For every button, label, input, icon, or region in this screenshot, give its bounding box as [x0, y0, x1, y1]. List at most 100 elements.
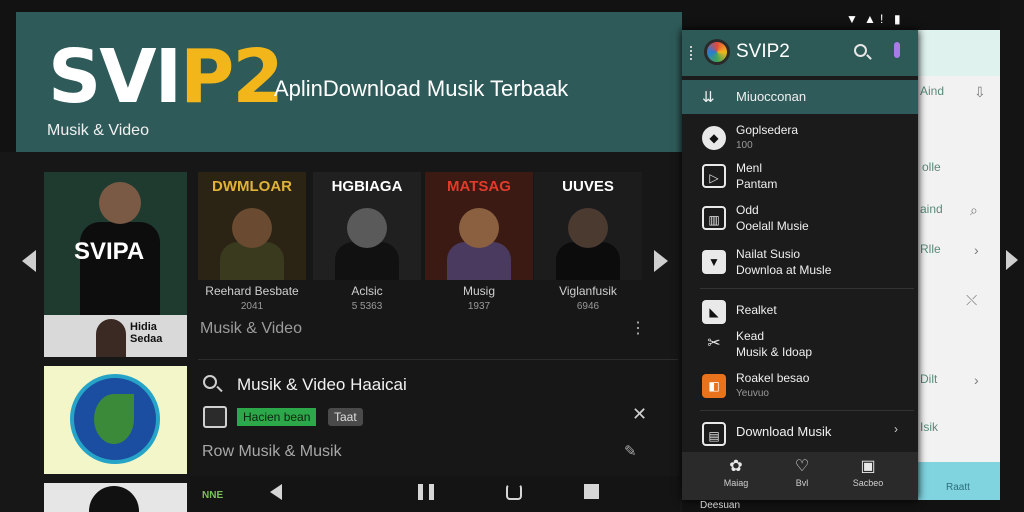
album-label: Reehard Besbate 2041 — [205, 284, 299, 312]
album-icon: ▼ — [702, 250, 726, 274]
nav-pause-icon[interactable] — [418, 484, 434, 500]
app-logo: SVIP2 — [48, 34, 284, 120]
drawer-item[interactable]: ◧ Roakel besao Yeuvuo — [682, 370, 918, 406]
drawer-item-label: Realket — [736, 303, 777, 317]
drawer-item[interactable]: ◣ Realket — [682, 296, 918, 326]
drawer-bottom-tabs: ✿ Maiag ♡ Bvl ▣ Sacbeo — [682, 452, 918, 500]
background-list-item: Isik — [920, 420, 938, 434]
featured-card-partial[interactable] — [44, 483, 187, 512]
grid-icon: ▣ — [860, 458, 876, 475]
share-icon: ⇩ — [974, 84, 986, 100]
search-icon: ⌕ — [970, 202, 978, 218]
close-icon[interactable]: ✕ — [632, 404, 647, 425]
album-figure-head — [347, 208, 387, 248]
status-bar: ▼ ▲ ! ▮ — [682, 10, 1000, 30]
shuffle-icon: ⤬ — [966, 292, 978, 308]
drawer-item-download[interactable]: ▤ Download Musik — [682, 418, 918, 448]
album-label: Musig 1937 — [462, 284, 495, 312]
background-list-item: aind — [920, 202, 943, 216]
album-figure-head — [459, 208, 499, 248]
app-icon — [704, 39, 730, 65]
system-nav-bar — [190, 476, 680, 512]
drawer-item-label: Miuocconan — [736, 89, 807, 104]
background-app-panel: Aind olle aind Rlle Dilt Isik ⇩ ⌕ › ⤬ › … — [918, 30, 1000, 500]
album-figure-head — [232, 208, 272, 248]
search-result-title[interactable]: Musik & Video Haaicai — [237, 375, 407, 395]
tab-settings[interactable]: ▣ Sacbeo — [840, 456, 896, 488]
banner-subtitle: Musik & Video — [47, 122, 149, 139]
signal-icon: ▲ — [864, 12, 876, 26]
featured-card-video[interactable]: Hidia Sedaa — [44, 315, 187, 357]
downloads-icon: ⇊ — [702, 89, 715, 106]
video-icon: ▷ — [702, 164, 726, 188]
library-icon: ▥ — [702, 206, 726, 230]
drawer-item-label: Nailat Susio Downloa at Musle — [736, 247, 832, 277]
album-cover-title: UUVES — [562, 178, 614, 195]
next-page-icon[interactable] — [1006, 250, 1018, 270]
divider — [198, 359, 678, 360]
featured-card-logo[interactable] — [44, 366, 187, 474]
hero-banner: SVIP2 AplinDownload Musik Terbaak Musik … — [16, 12, 682, 152]
hat-thumbnail — [89, 486, 139, 512]
featured-card-video-text: Hidia Sedaa — [130, 321, 163, 345]
mic-icon[interactable] — [894, 42, 900, 58]
album-cover-title: MATSAG — [447, 178, 511, 195]
navigation-drawer: SVIP2 ⇊ Miuocconan ◆ Goplsedera 100 ▷ Men… — [682, 30, 918, 500]
more-options-icon[interactable]: ⋮ — [630, 318, 646, 338]
album-cover-title: DWMLOAR — [212, 178, 292, 195]
drawer-item[interactable]: ✂ Kead Musik & Idoap — [682, 328, 918, 364]
album-cover[interactable]: UUVES — [534, 172, 642, 280]
section-label: Musik & Video — [200, 320, 302, 337]
emblem-leaf — [94, 394, 134, 444]
album-cover[interactable]: HGBIAGA — [313, 172, 421, 280]
background-list-item: Dilt — [920, 372, 938, 386]
tab-home[interactable]: ✿ Maiag — [708, 456, 764, 488]
tab-label: Maiag — [723, 478, 749, 488]
tab-label: Bvl — [795, 478, 809, 488]
drawer-title: SVIP2 — [736, 41, 790, 62]
menu-icon[interactable] — [690, 46, 694, 60]
tab-favorites[interactable]: ♡ Bvl — [774, 456, 830, 488]
carousel-prev-icon[interactable] — [22, 250, 36, 272]
nav-tag: NNE — [202, 490, 224, 501]
list-item[interactable]: Row Musik & Musik — [202, 443, 342, 461]
wifi-icon: ▼ — [846, 12, 858, 26]
drawer-item[interactable]: ▼ Nailat Susio Downloa at Musle — [682, 246, 918, 282]
background-bottom-label: Raatt — [946, 482, 970, 493]
drawer-item-label: Kead Musik & Idoap — [736, 329, 813, 359]
nav-back-icon[interactable] — [270, 484, 282, 500]
album-cover[interactable]: DWMLOAR — [198, 172, 306, 280]
playlist-icon: ◣ — [702, 300, 726, 324]
chevron-right-icon: › — [974, 242, 979, 258]
drawer-item-label: Roakel besao Yeuvuo — [736, 371, 810, 399]
artist-figure — [80, 222, 160, 315]
pin-icon[interactable]: ✎ — [624, 442, 637, 460]
album-cover[interactable]: MATSAG — [425, 172, 533, 280]
nav-stop-icon[interactable] — [584, 484, 599, 499]
drawer-item[interactable]: ▥ Odd Ooelall Musie — [682, 202, 918, 238]
drawer-peek-text: Deesuan — [700, 500, 741, 511]
calendar-icon: ▤ — [702, 422, 726, 446]
heart-icon: ♡ — [794, 458, 810, 475]
status-badge: Hacien bean — [237, 408, 317, 426]
album-figure-head — [568, 208, 608, 248]
featured-card-artist[interactable]: SVIPA — [44, 172, 187, 315]
drawer-item-active[interactable]: ⇊ Miuocconan — [682, 80, 918, 114]
album-label: Aclsic 5 5363 — [351, 284, 383, 312]
radio-icon: ◧ — [702, 374, 726, 398]
search-icon[interactable] — [203, 375, 217, 389]
search-icon[interactable] — [854, 44, 867, 57]
drawer-item[interactable]: ▷ Menl Pantam — [682, 160, 918, 196]
drawer-item[interactable]: ◆ Goplsedera 100 — [682, 122, 918, 158]
tools-icon: ✂ — [702, 332, 726, 356]
carousel-next-icon[interactable] — [654, 250, 668, 272]
drawer-header: SVIP2 — [682, 30, 918, 76]
tag-badge: Taat — [328, 408, 363, 426]
drawer-divider — [700, 410, 914, 411]
background-list-item: Aind — [920, 84, 945, 98]
media-thumbnail-icon — [203, 406, 227, 428]
video-thumbnail-person — [96, 319, 126, 357]
nav-refresh-icon[interactable] — [506, 484, 522, 500]
featured-card-text: SVIPA — [74, 238, 145, 265]
shield-icon: ◆ — [702, 126, 726, 150]
